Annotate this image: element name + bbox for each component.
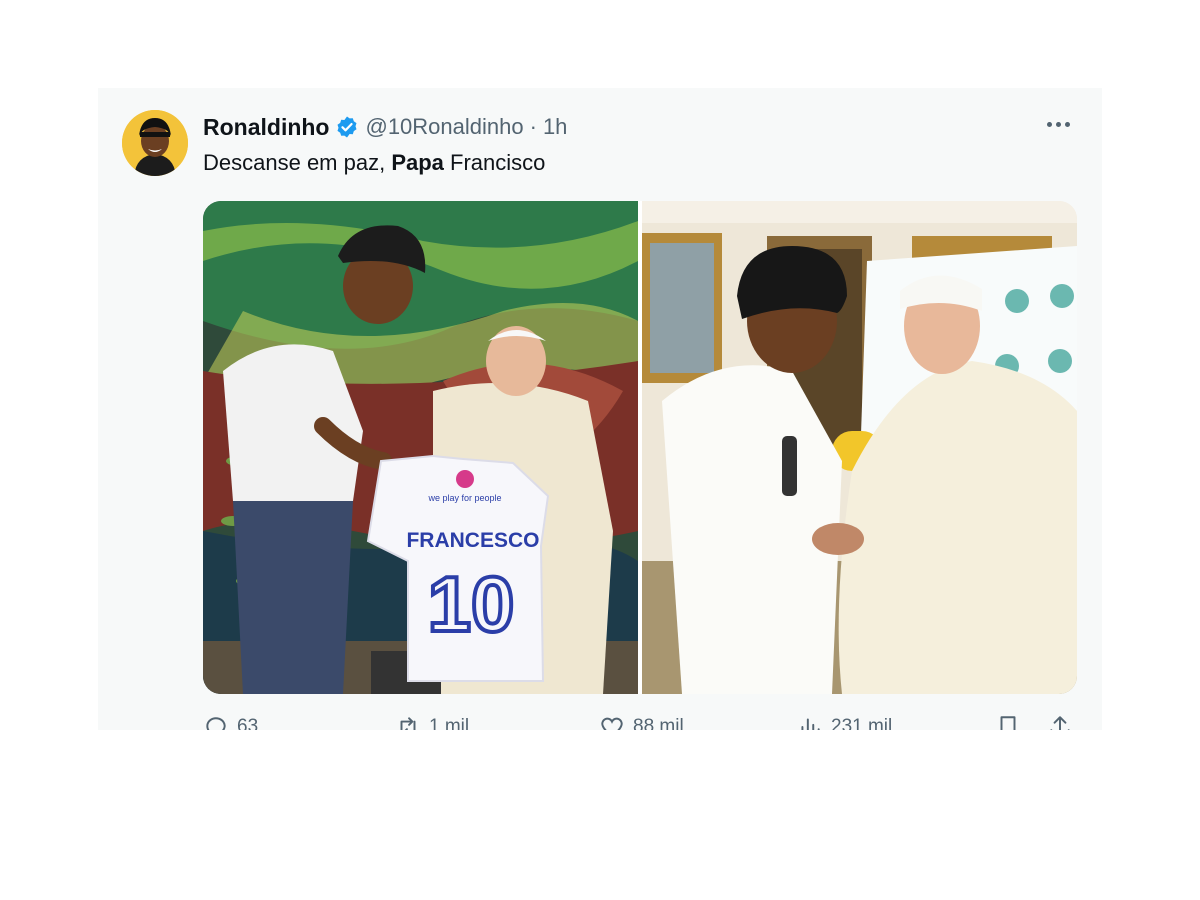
bookmark-button[interactable]	[995, 714, 1021, 730]
like-button[interactable]: 88 mil	[599, 714, 684, 730]
tweet-text-bold: Papa	[391, 150, 444, 175]
tweet-text-part: Francisco	[443, 150, 546, 175]
views-count: 231 mil	[831, 716, 893, 730]
photo-jersey-presentation[interactable]: we play for people FRANCESCO 10	[203, 201, 638, 694]
jersey-number-text: 10	[428, 560, 515, 648]
tweet-card[interactable]: Ronaldinho @10Ronaldinho · 1h Descanse e…	[98, 88, 1102, 730]
avatar-image	[122, 110, 188, 176]
tweet-timestamp[interactable]: 1h	[543, 114, 567, 140]
bookmark-icon	[1000, 716, 1016, 730]
share-icon	[1050, 716, 1070, 730]
tweet-text: Descanse em paz, Papa Francisco	[203, 148, 545, 178]
repost-icon	[400, 717, 416, 730]
author-handle[interactable]: @10Ronaldinho	[365, 114, 523, 140]
like-count: 88 mil	[633, 716, 684, 730]
heart-icon	[601, 717, 623, 730]
repost-button[interactable]: 1 mil	[395, 714, 469, 730]
tweet-header: Ronaldinho @10Ronaldinho · 1h	[203, 112, 567, 142]
author-name[interactable]: Ronaldinho	[203, 114, 329, 141]
photo-handshake[interactable]	[642, 201, 1077, 694]
jersey-name-text: FRANCESCO	[406, 529, 539, 552]
reply-button[interactable]: 63	[203, 714, 258, 730]
separator-dot: ·	[529, 114, 537, 139]
avatar[interactable]	[122, 110, 188, 176]
tweet-text-part: Descanse em paz,	[203, 150, 392, 175]
views-chart-icon	[801, 718, 820, 730]
repost-count: 1 mil	[429, 716, 470, 730]
share-button[interactable]	[1047, 714, 1073, 730]
reply-count: 63	[237, 716, 259, 730]
verified-badge-icon	[335, 115, 359, 139]
tweet-actions-bar: 63 1 mil 88 mil 231 mil	[203, 714, 1073, 730]
more-options-icon[interactable]	[1041, 116, 1076, 133]
tweet-media: we play for people FRANCESCO 10	[203, 201, 1077, 694]
reply-icon	[206, 717, 226, 730]
jersey-brand-text: we play for people	[427, 493, 501, 503]
views-button[interactable]: 231 mil	[797, 714, 892, 730]
